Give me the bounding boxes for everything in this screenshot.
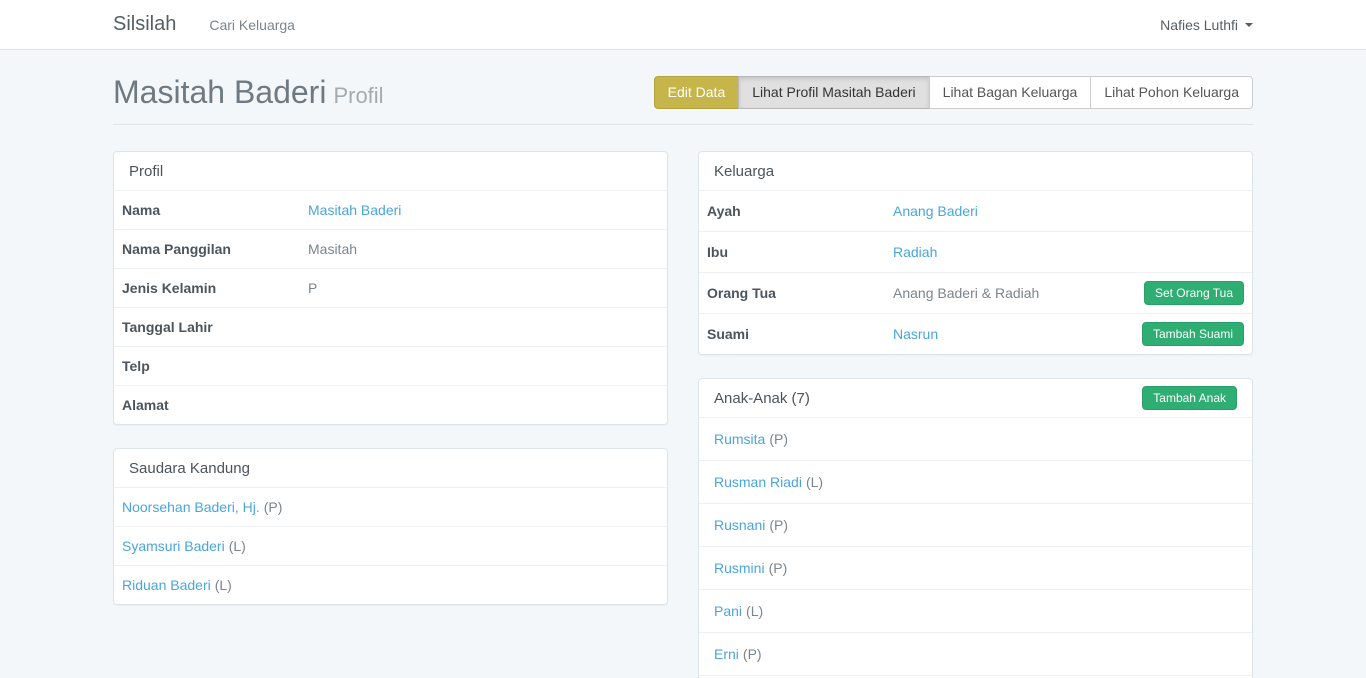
child-row: Rusnani (P) [699,503,1252,546]
profile-row-telp: Telp [114,346,667,385]
child-link[interactable]: Erni [714,646,739,662]
set-orang-tua-button[interactable]: Set Orang Tua [1144,281,1244,305]
left-column: Profil Nama Masitah Baderi Nama Panggila… [113,151,668,628]
row-label: Suami [707,326,893,342]
profil-panel-title: Profil [129,163,163,180]
caret-down-icon [1245,23,1253,27]
gender-label: (P) [264,499,283,515]
gender-label: (P) [769,431,788,447]
page-header: Masitah Baderi Profil Edit Data Lihat Pro… [113,50,1253,111]
profil-panel: Profil Nama Masitah Baderi Nama Panggila… [113,151,668,425]
anak-anak-panel: Anak-Anak (7) Tambah Anak Rumsita (P) Ru… [698,378,1253,678]
user-menu-label: Nafies Luthfi [1160,17,1238,33]
anak-panel-heading: Anak-Anak (7) Tambah Anak [699,379,1252,417]
row-label: Tanggal Lahir [122,319,308,335]
profile-row-alamat: Alamat [114,385,667,424]
row-label: Telp [122,358,308,374]
profile-row-nama-panggilan: Nama Panggilan Masitah [114,229,667,268]
right-column: Keluarga Ayah Anang Baderi Ibu Radiah Or… [698,151,1253,678]
husband-link[interactable]: Nasrun [893,326,938,342]
row-label: Ibu [707,244,893,260]
profil-panel-heading: Profil [114,152,667,190]
child-link[interactable]: Rusmini [714,560,765,576]
family-row-orang-tua: Orang Tua Anang Baderi & Radiah Set Oran… [699,272,1252,313]
edit-data-button[interactable]: Edit Data [654,76,740,110]
keluarga-panel: Keluarga Ayah Anang Baderi Ibu Radiah Or… [698,151,1253,355]
gender-label: (L) [806,474,823,490]
top-navbar: Silsilah Cari Keluarga Nafies Luthfi [0,0,1366,50]
page-subtitle: Profil [333,83,383,108]
gender-label: (L) [215,577,232,593]
row-label: Alamat [122,397,308,413]
family-row-ayah: Ayah Anang Baderi [699,190,1252,231]
page-title: Masitah Baderi [113,74,326,110]
child-link[interactable]: Rusnani [714,517,765,533]
row-value: P [308,280,659,296]
gender-label: (P) [769,560,788,576]
family-row-ibu: Ibu Radiah [699,231,1252,272]
name-link[interactable]: Masitah Baderi [308,202,401,218]
brand-link[interactable]: Silsilah [113,13,176,36]
family-row-suami: Suami Nasrun Tambah Suami [699,313,1252,354]
title-block: Masitah Baderi Profil [113,74,384,111]
child-link[interactable]: Pani [714,603,742,619]
profile-actions-group: Edit Data Lihat Profil Masitah Baderi Li… [654,76,1253,110]
child-row: Pani (L) [699,589,1252,632]
view-pohon-button[interactable]: Lihat Pohon Keluarga [1090,76,1253,110]
father-link[interactable]: Anang Baderi [893,203,978,219]
saudara-panel-heading: Saudara Kandung [114,449,667,487]
view-profile-button[interactable]: Lihat Profil Masitah Baderi [738,76,929,110]
child-link[interactable]: Rusman Riadi [714,474,802,490]
sibling-link[interactable]: Syamsuri Baderi [122,538,225,554]
gender-label: (P) [769,517,788,533]
mother-link[interactable]: Radiah [893,244,937,260]
profile-row-jenis-kelamin: Jenis Kelamin P [114,268,667,307]
child-row: Rusmini (P) [699,546,1252,589]
saudara-kandung-panel: Saudara Kandung Noorsehan Baderi, Hj. (P… [113,448,668,605]
keluarga-panel-heading: Keluarga [699,152,1252,190]
sibling-link[interactable]: Riduan Baderi [122,577,211,593]
child-row: Erni (P) [699,632,1252,675]
profile-row-nama: Nama Masitah Baderi [114,190,667,229]
row-label: Ayah [707,203,893,219]
keluarga-panel-title: Keluarga [714,163,774,180]
row-label: Jenis Kelamin [122,280,308,296]
sibling-row: Syamsuri Baderi (L) [114,526,667,565]
child-link[interactable]: Rumsita [714,431,765,447]
saudara-panel-title: Saudara Kandung [129,460,250,477]
row-label: Nama Panggilan [122,241,308,257]
tambah-suami-button[interactable]: Tambah Suami [1142,322,1244,346]
child-row: Rusman Riadi (L) [699,460,1252,503]
profile-row-tanggal-lahir: Tanggal Lahir [114,307,667,346]
anak-panel-title: Anak-Anak (7) [714,390,810,407]
nav-item-cari-keluarga[interactable]: Cari Keluarga [209,17,295,33]
row-value: Masitah [308,241,659,257]
child-row: Rumsita (P) [699,417,1252,460]
row-value: Anang Baderi & Radiah [893,285,1144,301]
gender-label: (L) [746,603,763,619]
header-divider [113,124,1253,125]
row-label: Nama [122,202,308,218]
user-menu[interactable]: Nafies Luthfi [1160,17,1253,33]
gender-label: (P) [743,646,762,662]
gender-label: (L) [229,538,246,554]
row-label: Orang Tua [707,285,893,301]
sibling-row: Noorsehan Baderi, Hj. (P) [114,487,667,526]
sibling-row: Riduan Baderi (L) [114,565,667,604]
tambah-anak-button[interactable]: Tambah Anak [1142,386,1237,410]
sibling-link[interactable]: Noorsehan Baderi, Hj. [122,499,260,515]
view-bagan-button[interactable]: Lihat Bagan Keluarga [929,76,1092,110]
